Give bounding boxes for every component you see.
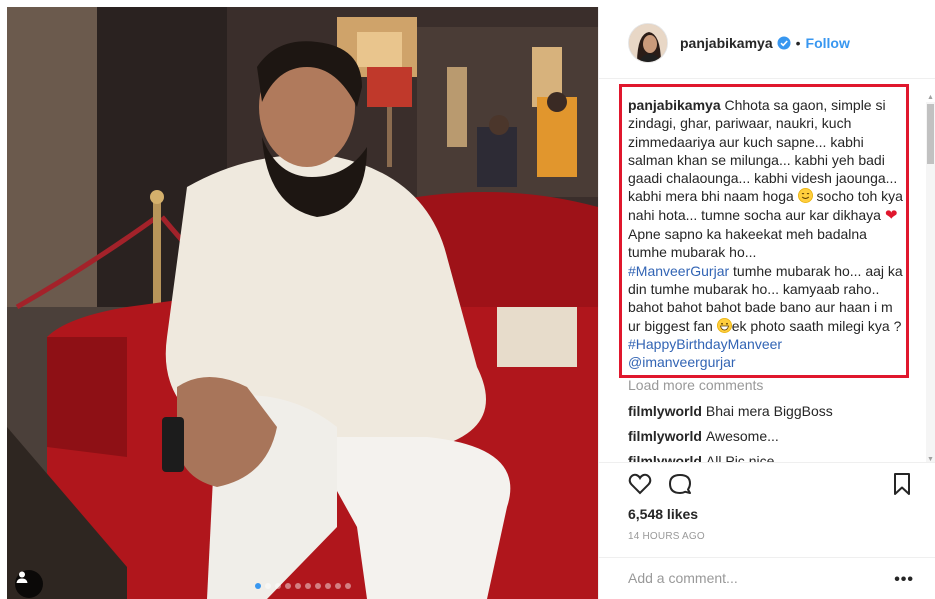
carousel-indicator — [7, 583, 598, 589]
header-username[interactable]: panjabikamya — [680, 35, 773, 51]
comment-item: filmlyworld Awesome... — [628, 428, 779, 444]
carousel-dot — [294, 583, 301, 589]
add-comment-bar: Add a comment... ••• — [599, 557, 935, 599]
caption-text-5: ek photo saath milegi kya ? — [731, 317, 902, 334]
load-more-comments-button[interactable]: Load more comments — [628, 377, 763, 393]
more-options-icon[interactable]: ••• — [894, 571, 914, 589]
follow-button[interactable]: Follow — [806, 35, 850, 51]
caption-username[interactable]: panjabikamya — [628, 97, 721, 113]
bookmark-icon[interactable] — [889, 471, 915, 497]
avatar[interactable] — [628, 22, 668, 63]
post-timestamp[interactable]: 14 HOURS AGO — [628, 531, 705, 542]
likes-count[interactable]: 6,548 likes — [628, 506, 698, 522]
header-separator: • — [795, 34, 801, 51]
scroll-up-arrow-icon[interactable]: ▲ — [927, 94, 934, 101]
verified-badge-icon — [777, 36, 791, 49]
add-comment-input[interactable]: Add a comment... — [628, 570, 738, 586]
comment-item: filmlyworld Bhai mera BiggBoss — [628, 403, 833, 419]
scrollbar-thumb[interactable] — [927, 104, 934, 164]
carousel-dot — [264, 583, 271, 589]
post-header: panjabikamya • Follow — [599, 7, 935, 79]
carousel-dot — [334, 583, 341, 589]
photo-image — [7, 7, 598, 599]
speech-bubble-icon[interactable] — [667, 471, 693, 497]
grinning-face-emoji-icon — [716, 317, 732, 333]
smiling-face-emoji-icon — [797, 188, 813, 204]
caption-highlight: panjabikamya Chhota sa gaon, simple si z… — [619, 84, 909, 378]
heart-outline-icon[interactable] — [627, 471, 653, 497]
comment-username[interactable]: filmlyworld — [628, 403, 702, 419]
caption: panjabikamya Chhota sa gaon, simple si z… — [628, 96, 904, 371]
caption-text-3: Apne sapno ka hakeekat meh badalna tumhe… — [628, 226, 867, 261]
action-bar — [599, 462, 935, 502]
mention-imanveergurjar[interactable]: @imanveergurjar — [628, 354, 736, 370]
hashtag-manveergurjar[interactable]: #ManveerGurjar — [628, 263, 729, 279]
carousel-dot — [324, 583, 331, 589]
comment-text: Bhai mera BiggBoss — [705, 403, 833, 419]
red-heart-emoji-icon: ❤ — [884, 206, 898, 224]
hashtag-happybirthdaymanveer[interactable]: #HappyBirthdayManveer — [628, 336, 782, 352]
carousel-dot — [344, 583, 351, 589]
carousel-dot — [254, 583, 261, 589]
carousel-dot — [274, 583, 281, 589]
post-photo[interactable] — [7, 7, 598, 599]
post-side-panel: panjabikamya • Follow panjabikamya Chhot… — [598, 7, 935, 599]
comment-list: filmlyworld Bhai mera BiggBoss filmlyworl… — [599, 392, 926, 463]
comment-username[interactable]: filmlyworld — [628, 428, 702, 444]
comments-scrollbar[interactable]: ▲ ▼ — [926, 94, 935, 463]
comment-text: Awesome... — [705, 428, 779, 444]
carousel-dot — [304, 583, 311, 589]
carousel-dot — [284, 583, 291, 589]
carousel-dot — [314, 583, 321, 589]
